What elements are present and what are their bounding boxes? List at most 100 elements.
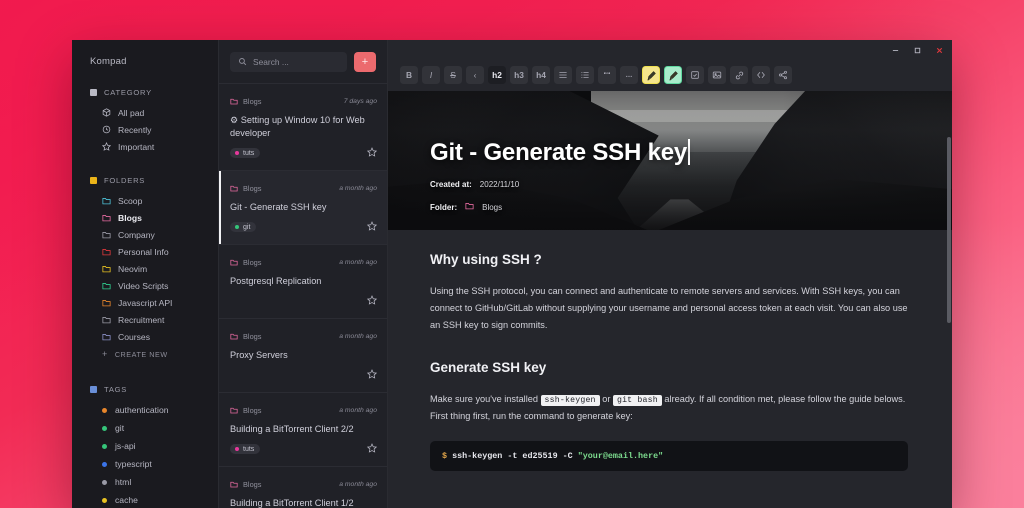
sidebar-folder-label: Recruitment xyxy=(118,314,165,325)
sidebar-item-recently[interactable]: Recently xyxy=(72,121,218,138)
blockquote-button[interactable]: ““ xyxy=(598,66,616,84)
sidebar-item-all-pad[interactable]: All pad xyxy=(72,104,218,121)
task-list-button[interactable] xyxy=(686,66,704,84)
sidebar-folder-video-scripts[interactable]: Video Scripts xyxy=(72,277,218,294)
star-icon[interactable] xyxy=(366,292,378,310)
strikethrough-button[interactable]: S xyxy=(444,66,462,84)
folder-label: Folder: xyxy=(430,202,458,212)
folder-icon xyxy=(230,179,238,197)
text-caret xyxy=(688,139,690,165)
heading-2-button[interactable]: h2 xyxy=(488,66,506,84)
bold-button[interactable]: B xyxy=(400,66,418,84)
search-input[interactable]: Search ... xyxy=(230,52,347,72)
note-folder-label: Blogs xyxy=(243,96,262,106)
note-list-item[interactable]: Blogs a month ago Building a BitTorrent Cl… xyxy=(219,466,387,508)
document-body: Why using SSH ? Using the SSH protocol, … xyxy=(388,230,952,489)
star-icon[interactable] xyxy=(366,144,378,162)
highlight-green-button[interactable] xyxy=(664,66,682,84)
create-new-folder-button[interactable]: + CREATE NEW xyxy=(72,345,218,364)
sidebar-folder-label: Blogs xyxy=(118,212,142,223)
minimize-button[interactable] xyxy=(884,41,906,60)
note-tag-chip[interactable]: tuts xyxy=(230,444,261,455)
note-list-item[interactable]: Blogs a month ago Postgresql Replication xyxy=(219,244,387,318)
insert-link-button[interactable] xyxy=(730,66,748,84)
paragraph-text-2: or xyxy=(599,394,613,405)
document-scroll-area[interactable]: Git - Generate SSH key Created at: 2022/… xyxy=(388,91,952,508)
add-note-button[interactable]: + xyxy=(354,52,376,72)
code-block-button[interactable] xyxy=(752,66,770,84)
sidebar-folder-courses[interactable]: Courses xyxy=(72,328,218,345)
sidebar-folder-scoop[interactable]: Scoop xyxy=(72,192,218,209)
folder-value[interactable]: Blogs xyxy=(482,203,502,212)
folder-icon xyxy=(230,327,238,345)
note-footer-row: git xyxy=(230,218,378,236)
note-list-item[interactable]: Blogs 7 days ago ⚙ Setting up Window 10 fo… xyxy=(219,83,387,170)
folder-icon xyxy=(230,92,238,110)
tag-dot-icon xyxy=(235,151,239,156)
sidebar-tag-js-api[interactable]: js-api xyxy=(72,437,218,455)
sidebar-tag-html[interactable]: html xyxy=(72,473,218,491)
note-timestamp: a month ago xyxy=(339,184,377,192)
heading-4-button[interactable]: h4 xyxy=(532,66,550,84)
star-icon[interactable] xyxy=(366,218,378,236)
sidebar-folder-label: Courses xyxy=(118,331,150,342)
sidebar-item-important-label: Important xyxy=(118,141,155,152)
sidebar-tag-authentication[interactable]: authentication xyxy=(72,401,218,419)
search-row: Search ... + xyxy=(219,40,387,83)
note-list-item[interactable]: Blogs a month ago Building a BitTorrent Cl… xyxy=(219,392,387,466)
note-timestamp: a month ago xyxy=(339,258,377,266)
ordered-list-button[interactable] xyxy=(576,66,594,84)
sidebar-folder-javascript-api[interactable]: Javascript API xyxy=(72,294,218,311)
category-marker-icon xyxy=(90,89,97,96)
section-heading-why-using-ssh: Why using SSH ? xyxy=(430,252,542,267)
share-button[interactable] xyxy=(774,66,792,84)
sidebar-tag-git[interactable]: git xyxy=(72,419,218,437)
sidebar-folder-company[interactable]: Company xyxy=(72,226,218,243)
sidebar: Kompad CATEGORY All pad Recently Importa… xyxy=(72,40,218,508)
sidebar-folder-recruitment[interactable]: Recruitment xyxy=(72,311,218,328)
sidebar-tag-cache[interactable]: cache xyxy=(72,491,218,508)
note-folder-label: Blogs xyxy=(243,257,262,267)
note-tag-label: tuts xyxy=(243,149,255,157)
bullet-list-button[interactable] xyxy=(554,66,572,84)
tag-dot-icon xyxy=(102,497,107,503)
maximize-button[interactable] xyxy=(906,41,928,60)
sidebar-folder-blogs[interactable]: Blogs xyxy=(72,209,218,226)
tag-dot-icon xyxy=(102,461,107,467)
note-list-item[interactable]: Blogs a month ago Proxy Servers xyxy=(219,318,387,392)
note-tag-label: git xyxy=(243,223,251,231)
insert-image-button[interactable] xyxy=(708,66,726,84)
highlight-yellow-button[interactable] xyxy=(642,66,660,84)
folder-icon xyxy=(102,282,111,290)
page-title[interactable]: Git - Generate SSH key xyxy=(430,139,687,167)
close-button[interactable] xyxy=(928,41,950,60)
sidebar-item-important[interactable]: Important xyxy=(72,138,218,155)
paragraph-why-using-ssh[interactable]: Using the SSH protocol, you can connect … xyxy=(430,283,908,334)
editor-scrollbar[interactable] xyxy=(947,137,951,323)
italic-button[interactable]: I xyxy=(422,66,440,84)
note-tag-chip[interactable]: git xyxy=(230,222,257,233)
tag-dot-icon xyxy=(102,479,107,485)
sidebar-folder-neovim[interactable]: Neovim xyxy=(72,260,218,277)
sidebar-section-folders: FOLDERS xyxy=(72,176,218,185)
paragraph-generate-ssh-key[interactable]: Make sure you've installed ssh-keygen or… xyxy=(430,391,908,425)
sidebar-tag-typescript[interactable]: typescript xyxy=(72,455,218,473)
sidebar-folder-personal-info[interactable]: Personal Info xyxy=(72,243,218,260)
note-meta-row: Blogs a month ago xyxy=(230,327,377,345)
folder-icon xyxy=(102,265,111,273)
notes-scroll-area[interactable]: Blogs 7 days ago ⚙ Setting up Window 10 fo… xyxy=(219,83,387,508)
code-string: "your@email.here" xyxy=(577,451,664,462)
code-block-ssh-keygen[interactable]: $ ssh-keygen -t ed25519 -C "your@email.h… xyxy=(430,441,908,472)
star-icon[interactable] xyxy=(366,366,378,384)
note-meta-row: Blogs a month ago xyxy=(230,253,377,271)
note-list-item[interactable]: Blogs a month ago Git - Generate SSH key gi… xyxy=(219,170,387,245)
sidebar-folder-label: Neovim xyxy=(118,263,148,274)
folder-icon xyxy=(102,316,111,324)
inline-code-button[interactable]: ‹ xyxy=(466,66,484,84)
star-icon[interactable] xyxy=(366,440,378,458)
note-folder: Blogs xyxy=(230,179,262,197)
editor-panel: B I S ‹ h2 h3 h4 ““… Git - Generate SSH key xyxy=(388,40,952,508)
horizontal-rule-button[interactable]: … xyxy=(620,66,638,84)
note-tag-chip[interactable]: tuts xyxy=(230,148,261,159)
heading-3-button[interactable]: h3 xyxy=(510,66,528,84)
